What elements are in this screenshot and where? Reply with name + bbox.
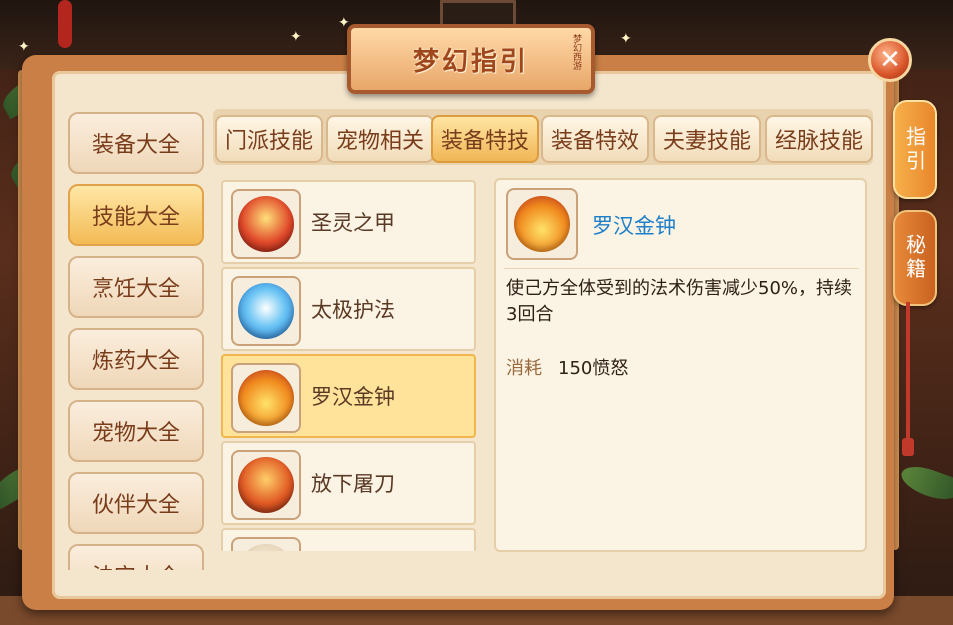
skill-row-selected[interactable]: 罗汉金钟 [221, 354, 476, 438]
category-partners[interactable]: 伙伴大全 [68, 472, 204, 534]
category-skills[interactable]: 技能大全 [68, 184, 204, 246]
blade-icon [231, 450, 301, 520]
tab-label: 夫妻技能 [662, 129, 751, 154]
category-cooking[interactable]: 烹饪大全 [68, 256, 204, 318]
tab-equipment-skills[interactable]: 装备特技 [431, 115, 539, 163]
skill-icon [231, 537, 301, 551]
skill-list[interactable]: 圣灵之甲 太极护法 罗汉金钟 放下屠刀 [221, 178, 478, 551]
skill-row-partial[interactable] [221, 528, 476, 551]
armor-icon [231, 189, 301, 259]
taiji-icon [231, 276, 301, 346]
title-stamp: 梦幻西游 [571, 34, 581, 70]
golden-bell-icon [231, 363, 301, 433]
category-pets[interactable]: 宠物大全 [68, 400, 204, 462]
category-alchemy[interactable]: 炼药大全 [68, 328, 204, 390]
tab-pet-related[interactable]: 宠物相关 [326, 115, 434, 163]
category-list[interactable]: 装备大全 技能大全 烹饪大全 炼药大全 宠物大全 伙伴大全 法宝大全 [68, 108, 208, 570]
category-equipment[interactable]: 装备大全 [68, 112, 204, 174]
skill-name: 太极护法 [311, 298, 395, 322]
side-tab-guide[interactable]: 指引 [893, 100, 937, 199]
skill-name: 罗汉金钟 [311, 385, 395, 409]
category-label: 装备大全 [91, 133, 180, 158]
skill-name: 圣灵之甲 [311, 211, 395, 235]
side-tab-secrets-label: 秘籍 [902, 234, 927, 282]
tab-label: 装备特效 [550, 129, 639, 154]
close-icon: ✕ [879, 45, 901, 75]
detail-cost-label: 消耗 [506, 358, 542, 379]
tab-couple-skills[interactable]: 夫妻技能 [653, 115, 761, 163]
category-label: 技能大全 [91, 205, 180, 230]
skill-row[interactable]: 放下屠刀 [221, 441, 476, 525]
tab-label: 门派技能 [224, 129, 313, 154]
side-tab-secrets[interactable]: 秘籍 [893, 210, 937, 306]
detail-cost-value: 150愤怒 [558, 358, 629, 379]
tab-label: 经脉技能 [774, 129, 863, 154]
tab-meridian-skills[interactable]: 经脉技能 [765, 115, 873, 163]
category-label: 宠物大全 [91, 421, 180, 446]
lantern-decoration [58, 0, 72, 48]
tab-sect-skills[interactable]: 门派技能 [215, 115, 323, 163]
close-button[interactable]: ✕ [868, 38, 912, 82]
tassel-decoration [906, 302, 910, 442]
tab-equipment-effects[interactable]: 装备特效 [541, 115, 649, 163]
sparkle-icon: ✦ [620, 31, 632, 47]
skill-detail-panel: 罗汉金钟 使己方全体受到的法术伤害减少50%，持续3回合 消耗 150愤怒 [494, 178, 867, 552]
detail-skill-name: 罗汉金钟 [592, 214, 676, 238]
title-plaque: 梦幻指引 梦幻西游 [347, 24, 595, 94]
tassel-decoration-end [902, 438, 914, 456]
skill-row[interactable]: 圣灵之甲 [221, 180, 476, 264]
sparkle-icon: ✦ [290, 29, 302, 45]
side-tab-guide-label: 指引 [902, 125, 927, 174]
divider [504, 268, 859, 269]
golden-bell-icon [506, 188, 578, 260]
category-label: 炼药大全 [91, 349, 180, 374]
category-label: 烹饪大全 [91, 277, 180, 302]
detail-description: 使己方全体受到的法术伤害减少50%，持续3回合 [506, 278, 853, 325]
category-treasures[interactable]: 法宝大全 [68, 544, 204, 570]
category-label: 法宝大全 [92, 559, 180, 570]
category-label: 伙伴大全 [91, 493, 180, 518]
skill-name: 放下屠刀 [311, 472, 395, 496]
leaf-decoration [897, 460, 953, 506]
skill-row[interactable]: 太极护法 [221, 267, 476, 351]
tab-label: 装备特技 [440, 129, 529, 154]
window-title: 梦幻指引 [412, 46, 529, 77]
tab-label: 宠物相关 [335, 129, 424, 154]
tab-bar: 门派技能 宠物相关 装备特技 装备特效 夫妻技能 经脉技能 [213, 109, 873, 165]
sparkle-icon: ✦ [18, 39, 30, 55]
